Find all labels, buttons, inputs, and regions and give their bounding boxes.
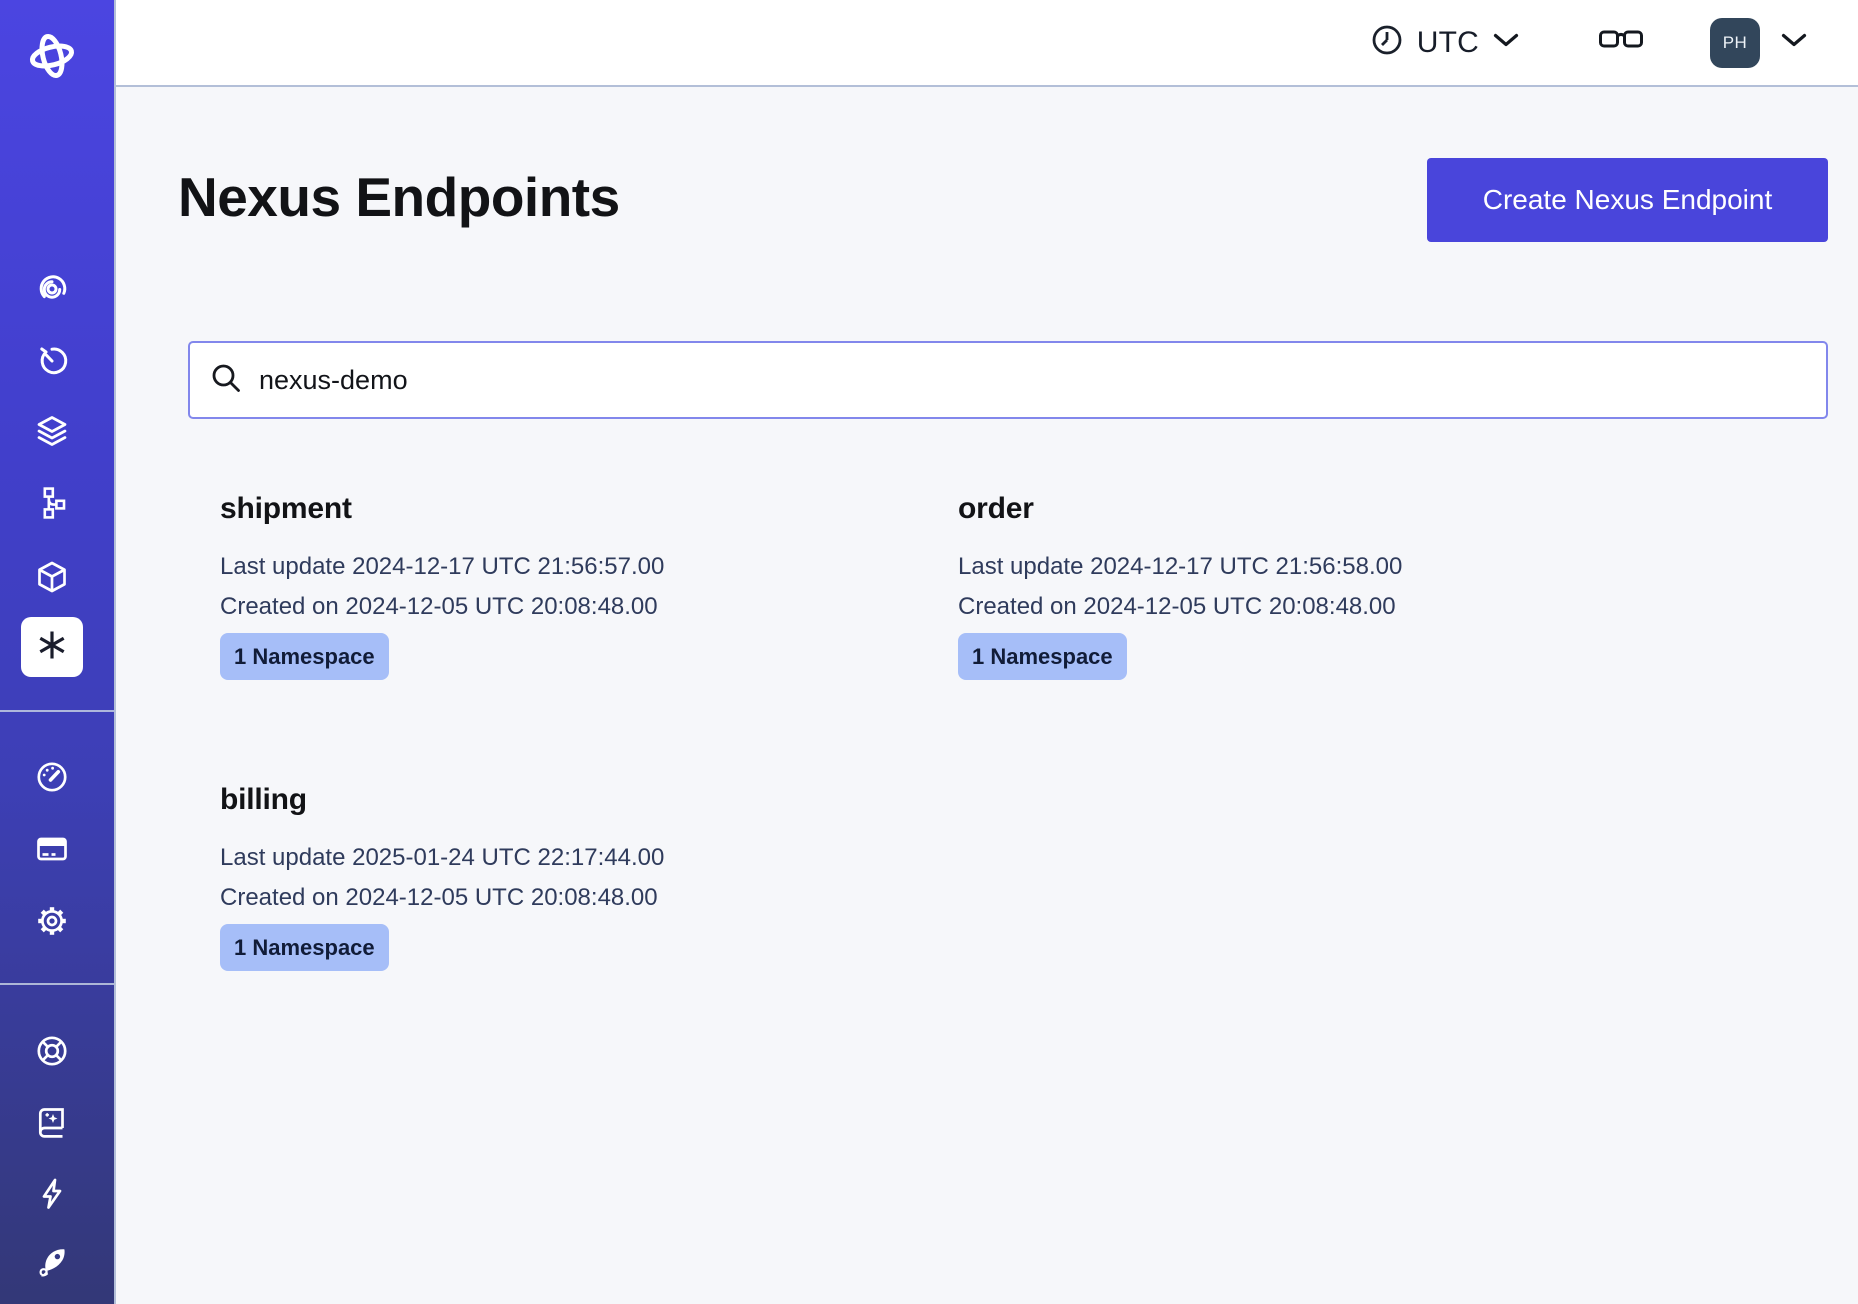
- clock-icon: [1370, 23, 1404, 62]
- app-root: UTC PH: [0, 0, 1858, 1304]
- credit-card-icon: [34, 831, 70, 867]
- timezone-label: UTC: [1417, 26, 1479, 60]
- sidebar-item-rocket[interactable]: [0, 1244, 103, 1282]
- sidebar-divider: [0, 983, 114, 985]
- search-box: [188, 341, 1828, 419]
- avatar[interactable]: PH: [1710, 18, 1760, 68]
- search-input[interactable]: [259, 365, 1806, 396]
- endpoint-created: Created on 2024-12-05 UTC 20:08:48.00: [220, 878, 920, 918]
- lifebuoy-icon: [34, 1033, 70, 1069]
- chevron-down-icon: [1492, 32, 1520, 53]
- layers-icon: [35, 414, 69, 448]
- user-menu-button[interactable]: [1780, 32, 1808, 53]
- sidebar-item-book[interactable]: [0, 1105, 103, 1141]
- search-icon: [210, 362, 242, 399]
- gauge-icon: [34, 759, 70, 795]
- gear-icon: [34, 903, 70, 939]
- sidebar-item-spiral[interactable]: [0, 271, 103, 305]
- book-sparkle-icon: [34, 1105, 70, 1141]
- sidebar: [0, 0, 116, 1304]
- lightning-icon: [34, 1176, 70, 1212]
- endpoint-card[interactable]: shipment Last update 2024-12-17 UTC 21:5…: [220, 489, 920, 680]
- endpoint-last-update: Last update 2024-12-17 UTC 21:56:57.00: [220, 547, 920, 587]
- endpoint-created: Created on 2024-12-05 UTC 20:08:48.00: [958, 587, 1658, 627]
- cube-icon: [35, 560, 69, 594]
- endpoint-last-update: Last update 2025-01-24 UTC 22:17:44.00: [220, 838, 920, 878]
- sidebar-item-cube[interactable]: [0, 560, 103, 594]
- chevron-down-icon: [1780, 32, 1808, 53]
- endpoint-created: Created on 2024-12-05 UTC 20:08:48.00: [220, 587, 920, 627]
- nexus-asterisk-icon: [35, 628, 69, 667]
- endpoint-name[interactable]: order: [958, 489, 1658, 529]
- sidebar-item-layers[interactable]: [0, 414, 103, 448]
- endpoint-card[interactable]: order Last update 2024-12-17 UTC 21:56:5…: [958, 489, 1658, 680]
- sidebar-item-nexus[interactable]: [21, 617, 83, 677]
- timer-icon: [35, 343, 69, 377]
- create-nexus-endpoint-button[interactable]: Create Nexus Endpoint: [1427, 158, 1828, 242]
- timezone-selector[interactable]: UTC: [1370, 23, 1520, 62]
- top-bar: UTC PH: [116, 0, 1858, 87]
- main-content: Nexus Endpoints Create Nexus Endpoint sh…: [116, 87, 1858, 1304]
- endpoint-card[interactable]: billing Last update 2025-01-24 UTC 22:17…: [220, 780, 920, 971]
- namespace-badge: 1 Namespace: [220, 924, 389, 971]
- flow-icon: [35, 486, 69, 520]
- labs-toggle-button[interactable]: [1598, 25, 1644, 60]
- namespace-badge: 1 Namespace: [958, 633, 1127, 680]
- sidebar-item-gear[interactable]: [0, 903, 103, 939]
- spiral-icon: [35, 271, 69, 305]
- sidebar-item-credit-card[interactable]: [0, 831, 103, 867]
- temporal-logo-icon[interactable]: [0, 32, 103, 80]
- endpoint-last-update: Last update 2024-12-17 UTC 21:56:58.00: [958, 547, 1658, 587]
- sidebar-item-gauge[interactable]: [0, 759, 103, 795]
- glasses-icon: [1598, 25, 1644, 60]
- sidebar-item-lightning[interactable]: [0, 1176, 103, 1212]
- sidebar-item-lifebuoy[interactable]: [0, 1033, 103, 1069]
- rocket-icon: [33, 1244, 71, 1282]
- endpoint-name[interactable]: shipment: [220, 489, 920, 529]
- avatar-initials: PH: [1723, 33, 1748, 53]
- page-title: Nexus Endpoints: [178, 165, 620, 229]
- sidebar-item-timer[interactable]: [0, 343, 103, 377]
- sidebar-item-flow[interactable]: [0, 486, 103, 520]
- namespace-badge: 1 Namespace: [220, 633, 389, 680]
- endpoint-name[interactable]: billing: [220, 780, 920, 820]
- sidebar-divider: [0, 710, 114, 712]
